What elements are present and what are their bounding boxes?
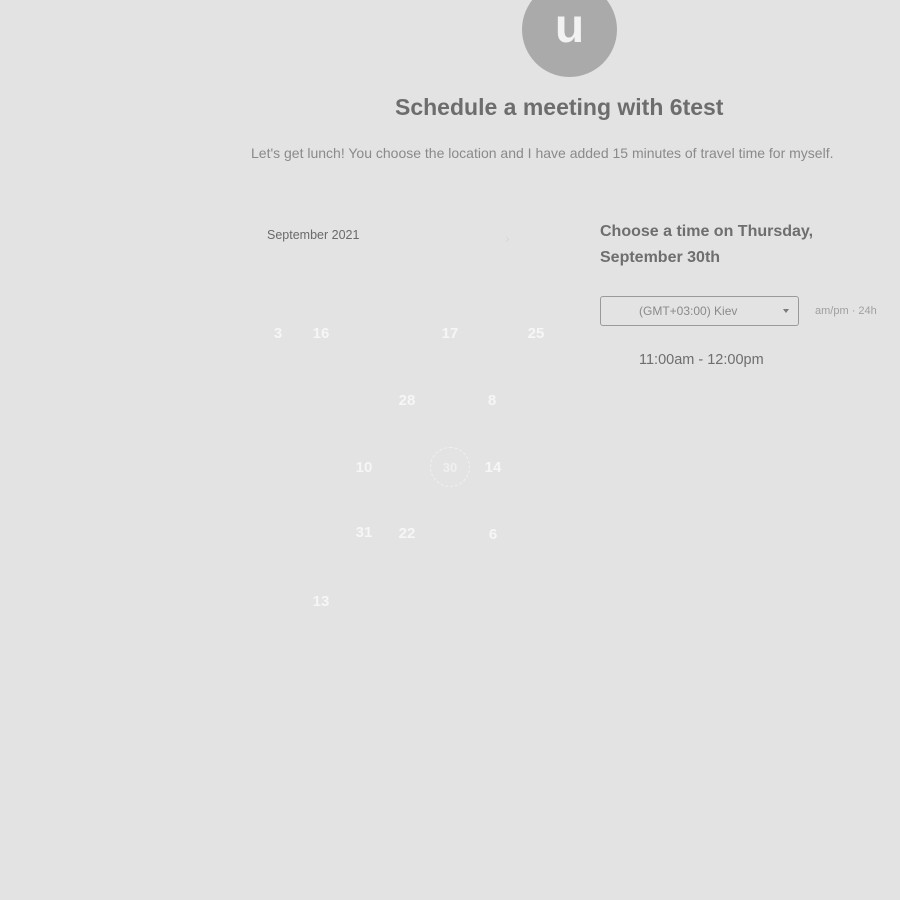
calendar-day[interactable]: 14 — [478, 457, 508, 479]
avatar-letter: u — [554, 0, 585, 53]
time-format-toggle: am/pm · 24h — [815, 305, 877, 317]
caret-down-icon — [783, 309, 789, 313]
calendar-day[interactable]: 22 — [392, 523, 422, 545]
choose-time-heading: Choose a time on Thursday, September 30t… — [600, 223, 814, 266]
timezone-value: (GMT+03:00) Kiev — [639, 304, 738, 318]
host-avatar: u — [522, 0, 617, 77]
meeting-description: Let's get lunch! You choose the location… — [251, 145, 834, 161]
calendar-day[interactable]: 6 — [478, 524, 508, 546]
scheduling-page: u Schedule a meeting with 6test Let's ge… — [0, 0, 900, 900]
next-month-button[interactable]: › — [505, 230, 510, 246]
format-24h-option[interactable]: 24h — [858, 305, 876, 317]
calendar-day[interactable]: 3 — [263, 323, 293, 345]
calendar-day[interactable]: 8 — [477, 390, 507, 412]
chevron-right-icon: › — [505, 230, 510, 246]
calendar-day[interactable]: 10 — [349, 457, 379, 479]
calendar-day[interactable]: 31 — [349, 522, 379, 544]
time-slot-button[interactable]: 11:00am - 12:00pm — [639, 352, 764, 368]
calendar-day[interactable]: 16 — [306, 323, 336, 345]
calendar-day-selected[interactable]: 30 — [430, 447, 470, 487]
calendar-day[interactable]: 25 — [521, 323, 551, 345]
page-title: Schedule a meeting with 6test — [395, 94, 724, 120]
format-ampm-option[interactable]: am/pm — [815, 305, 849, 317]
calendar-day[interactable]: 13 — [306, 591, 336, 613]
timezone-select[interactable]: (GMT+03:00) Kiev — [600, 296, 799, 326]
calendar-day[interactable]: 28 — [392, 390, 422, 412]
format-separator: · — [851, 305, 856, 317]
calendar-day[interactable]: 17 — [435, 323, 465, 345]
calendar-month-label: September 2021 — [267, 228, 360, 242]
